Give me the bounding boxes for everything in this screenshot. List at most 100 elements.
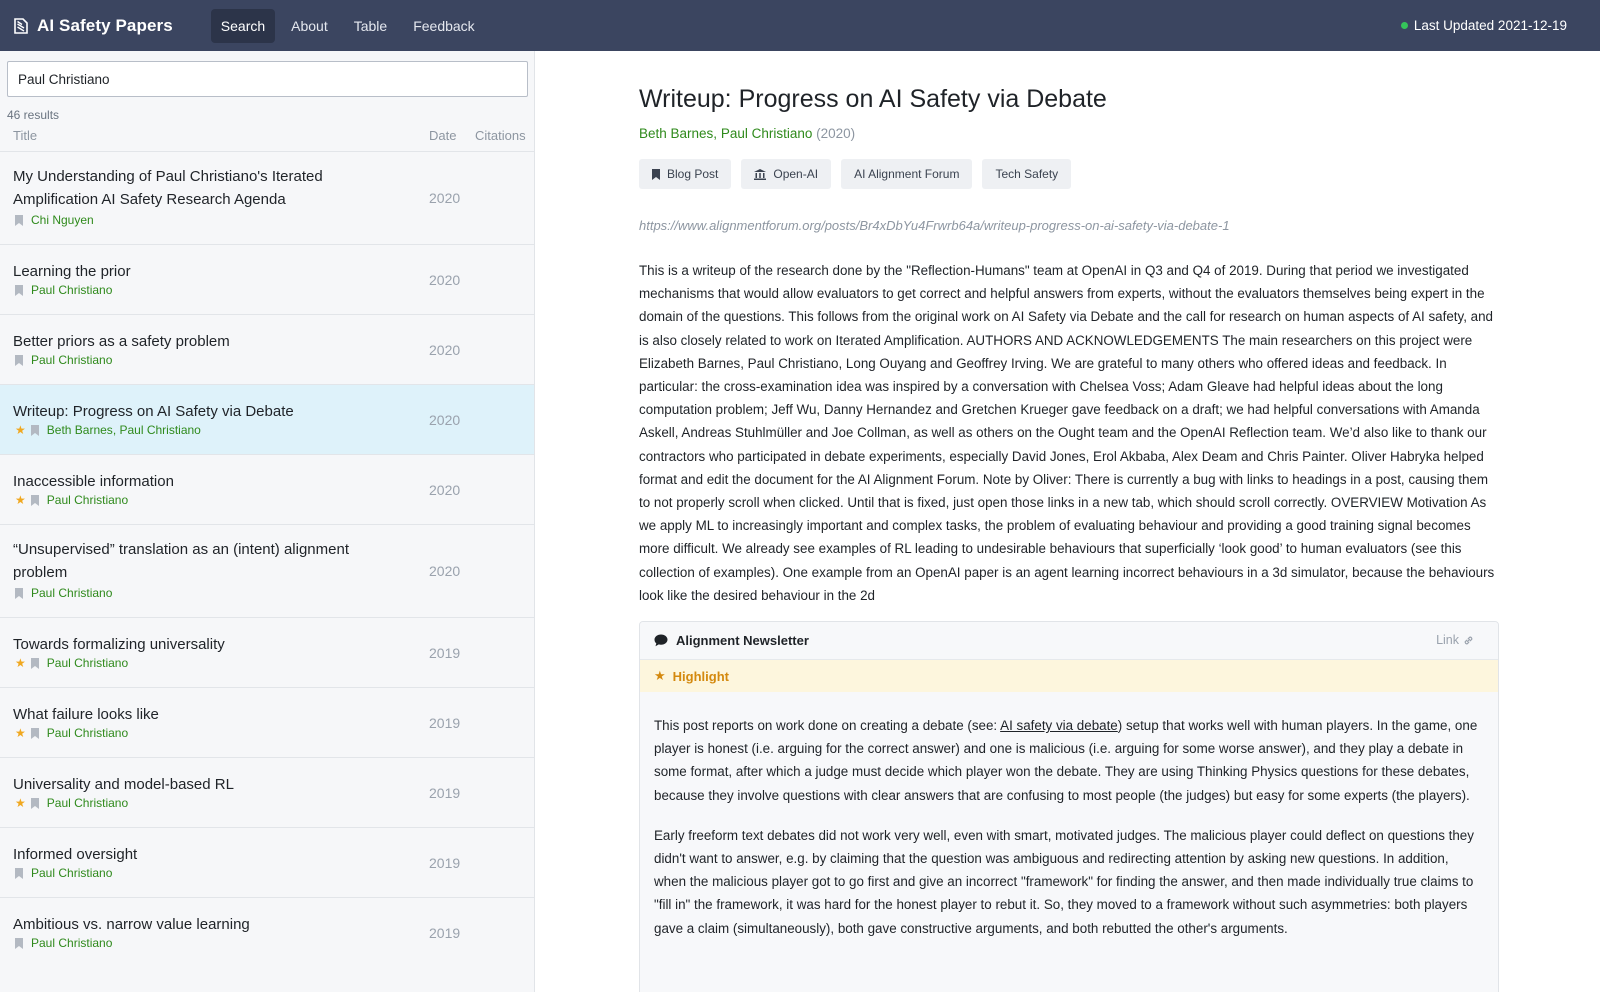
result-row[interactable]: Towards formalizing universality ★ Paul Ch… [0, 617, 534, 687]
result-date: 2019 [429, 855, 461, 871]
result-date: 2019 [429, 925, 461, 941]
author-link[interactable]: Paul Christiano [721, 126, 813, 141]
nav-search[interactable]: Search [210, 8, 276, 43]
paper-abstract: This is a writeup of the research done b… [639, 263, 1495, 603]
result-title: My Understanding of Paul Christiano's It… [13, 168, 323, 208]
result-meta: ★ Paul Christiano [15, 796, 128, 810]
star-icon: ★ [15, 656, 26, 670]
star-icon: ★ [15, 493, 26, 507]
author-separator: , [112, 423, 120, 437]
result-row[interactable]: What failure looks like ★ Paul Christiano 2… [0, 687, 534, 757]
newsletter-body: This post reports on work done on creati… [640, 692, 1498, 940]
column-header-citations[interactable]: Citations [475, 128, 526, 143]
paragraph-text: This post reports on work done on creati… [654, 718, 1001, 733]
result-row[interactable]: Universality and model-based RL ★ Paul Chr… [0, 757, 534, 827]
result-title: Writeup: Progress on AI Safety via Debat… [13, 403, 294, 420]
author-link[interactable]: Paul Christiano [47, 796, 128, 810]
bookmark-icon [15, 867, 23, 879]
result-title: Better priors as a safety problem [13, 333, 230, 350]
result-row[interactable]: Informed oversight Paul Christiano 2019 [0, 827, 534, 897]
results-list: My Understanding of Paul Christiano's It… [0, 151, 534, 967]
star-icon: ★ [15, 423, 26, 437]
tag-category[interactable]: Tech Safety [982, 159, 1072, 189]
result-meta: Paul Christiano [15, 586, 112, 600]
nav-about[interactable]: About [281, 9, 338, 43]
result-row[interactable]: “Unsupervised” translation as an (intent… [0, 524, 534, 617]
paper-authors: Beth Barnes, Paul Christiano (2020) [639, 126, 855, 141]
author-separator: , [713, 126, 721, 141]
result-count: 46 results [7, 108, 60, 122]
papers-logo-icon [14, 17, 28, 34]
newsletter-header: Alignment Newsletter Link [640, 622, 1498, 660]
main-nav: Search About Table Feedback [210, 8, 485, 43]
tag-label: AI Alignment Forum [854, 167, 960, 181]
highlight-label: Highlight [672, 668, 729, 684]
brand[interactable]: AI Safety Papers [14, 0, 173, 51]
result-title: Informed oversight [13, 846, 138, 863]
newsletter-title: Alignment Newsletter [676, 633, 809, 648]
result-title: Inaccessible information [13, 473, 174, 490]
bookmark-icon [15, 214, 23, 226]
newsletter-link-label: Link [1436, 633, 1459, 647]
result-meta: Paul Christiano [15, 353, 112, 367]
bookmark-icon [652, 168, 660, 180]
result-row[interactable]: My Understanding of Paul Christiano's It… [0, 151, 534, 244]
debate-paper-link[interactable]: AI safety via debate [1000, 718, 1118, 733]
result-row[interactable]: Better priors as a safety problem Paul Ch… [0, 314, 534, 384]
author-link[interactable]: Paul Christiano [31, 866, 112, 880]
speech-bubble-icon [654, 634, 668, 647]
result-meta: Paul Christiano [15, 936, 112, 950]
author-link[interactable]: Paul Christiano [31, 936, 112, 950]
result-date: 2020 [429, 190, 461, 206]
author-link[interactable]: Beth Barnes [47, 423, 113, 437]
tag-blog-post[interactable]: Blog Post [639, 159, 732, 189]
result-row[interactable]: Learning the prior Paul Christiano 2020 [0, 244, 534, 314]
author-link[interactable]: Paul Christiano [31, 353, 112, 367]
newsletter-paragraph: Early freeform text debates did not work… [654, 827, 1474, 936]
result-title: Towards formalizing universality [13, 636, 225, 653]
column-header-date[interactable]: Date [429, 128, 456, 143]
link-icon [1464, 636, 1473, 644]
result-row[interactable]: Writeup: Progress on AI Safety via Debat… [0, 384, 534, 454]
result-date: 2020 [429, 272, 461, 288]
bookmark-icon [30, 727, 39, 739]
status-dot-icon [1400, 22, 1408, 29]
nav-table[interactable]: Table [344, 9, 397, 43]
author-link[interactable]: Paul Christiano [47, 493, 128, 507]
nav-feedback[interactable]: Feedback [403, 9, 484, 43]
author-link[interactable]: Paul Christiano [47, 726, 128, 740]
result-row[interactable]: Ambitious vs. narrow value learning Paul … [0, 897, 534, 967]
author-link[interactable]: Paul Christiano [31, 283, 112, 297]
author-link[interactable]: Paul Christiano [31, 586, 112, 600]
result-date: 2020 [429, 563, 461, 579]
result-meta: ★ Paul Christiano [15, 726, 128, 740]
newsletter-link[interactable]: Link [1436, 633, 1482, 647]
tag-source[interactable]: AI Alignment Forum [841, 159, 973, 189]
result-meta: Paul Christiano [15, 866, 112, 880]
bookmark-icon [30, 424, 39, 436]
result-date: 2019 [429, 785, 461, 801]
result-meta: Paul Christiano [15, 283, 112, 297]
result-row[interactable]: Inaccessible information ★ Paul Christiano… [0, 454, 534, 524]
paper-url[interactable]: https://www.alignmentforum.org/posts/Br4… [639, 218, 1230, 233]
tag-label: Tech Safety [995, 167, 1059, 181]
author-link[interactable]: Chi Nguyen [31, 213, 94, 227]
column-header-title[interactable]: Title [13, 128, 37, 143]
result-date: 2020 [429, 412, 461, 428]
author-link[interactable]: Beth Barnes [639, 126, 713, 141]
search-input[interactable] [7, 61, 528, 97]
tag-organization[interactable]: Open-AI [741, 159, 832, 189]
author-link[interactable]: Paul Christiano [119, 423, 200, 437]
app-title: AI Safety Papers [37, 15, 173, 35]
last-updated-text: Last Updated 2021-12-19 [1413, 18, 1567, 33]
author-link[interactable]: Paul Christiano [47, 656, 128, 670]
institution-icon [754, 168, 767, 180]
result-title: What failure looks like [13, 706, 159, 723]
result-title: Universality and model-based RL [13, 776, 234, 793]
bookmark-icon [30, 657, 39, 669]
bookmark-icon [30, 797, 39, 809]
result-date: 2019 [429, 715, 461, 731]
result-meta: ★ Beth Barnes, Paul Christiano [15, 423, 201, 437]
paper-tags: Blog Post Open-AI AI Alignment Forum Tec… [639, 159, 1072, 189]
paper-detail: Writeup: Progress on AI Safety via Debat… [536, 51, 1600, 992]
